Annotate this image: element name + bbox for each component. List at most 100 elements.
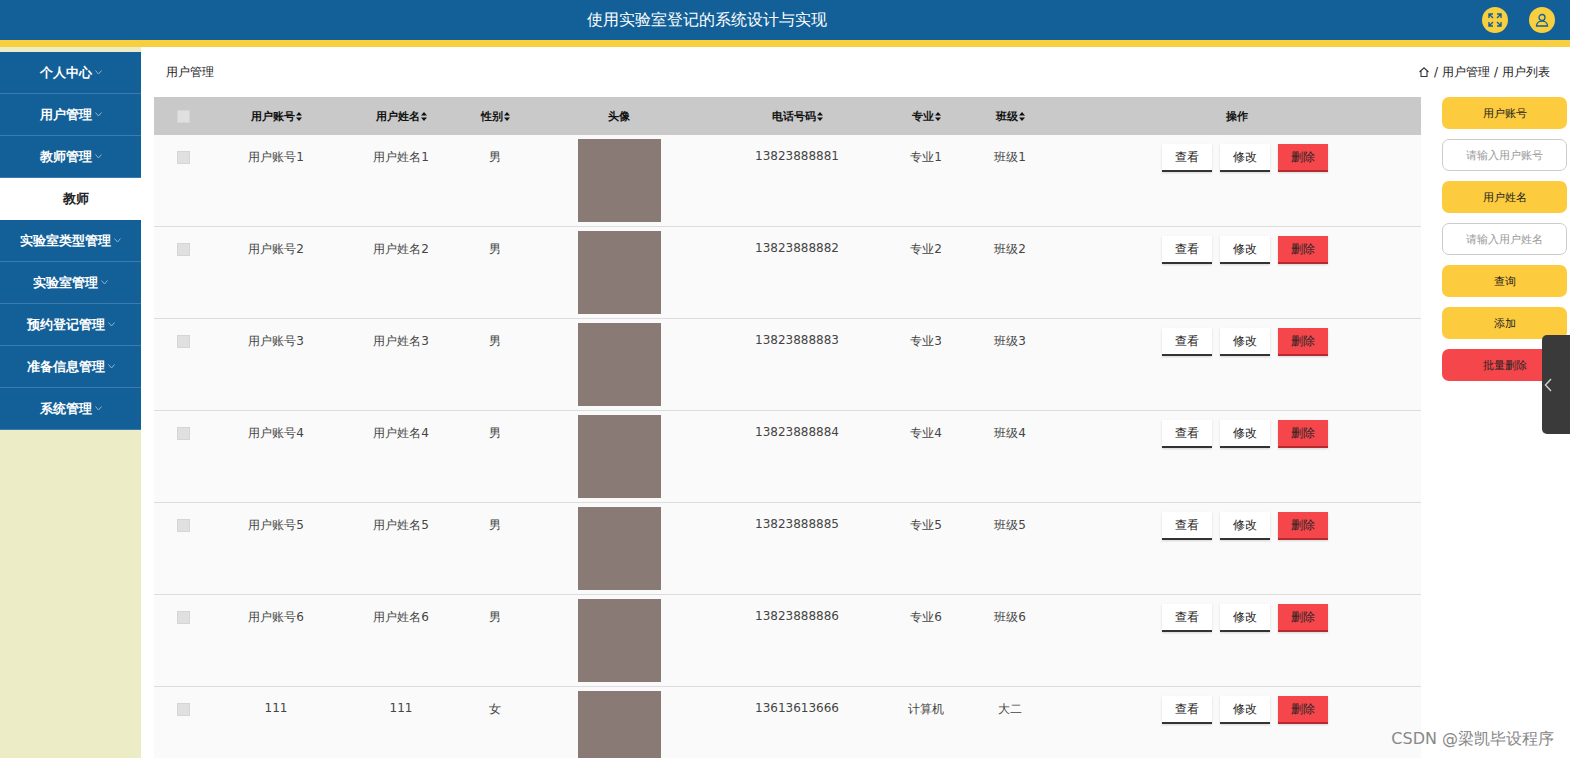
breadcrumb-item[interactable]: 用户列表 — [1502, 64, 1550, 81]
view-button[interactable]: 查看 — [1162, 604, 1212, 632]
edit-button[interactable]: 修改 — [1220, 236, 1270, 264]
row-checkbox[interactable] — [177, 427, 190, 440]
user-button[interactable] — [1529, 7, 1555, 33]
row-checkbox[interactable] — [177, 151, 190, 164]
view-button[interactable]: 查看 — [1162, 420, 1212, 448]
user-icon — [1535, 13, 1549, 27]
cell-major: 专业3 — [910, 333, 942, 350]
cell-phone: 13613613666 — [755, 701, 839, 715]
edit-button[interactable]: 修改 — [1220, 512, 1270, 540]
row-checkbox[interactable] — [177, 703, 190, 716]
sidebar-item[interactable]: 实验室管理 — [0, 262, 141, 304]
cell-gender: 男 — [489, 609, 501, 626]
delete-button[interactable]: 删除 — [1278, 604, 1328, 632]
sidebar-item[interactable]: 预约登记管理 — [0, 304, 141, 346]
sidebar-item-label: 教师管理 — [40, 148, 92, 166]
cell-account: 用户账号2 — [248, 241, 304, 258]
sidebar-item[interactable]: 准备信息管理 — [0, 346, 141, 388]
edit-button[interactable]: 修改 — [1220, 144, 1270, 172]
sidebar-subitem[interactable]: 教师 — [0, 178, 141, 220]
view-button[interactable]: 查看 — [1162, 328, 1212, 356]
column-header[interactable]: 电话号码 — [710, 109, 884, 124]
sidebar-item[interactable]: 个人中心 — [0, 52, 141, 94]
side-drawer-tab[interactable] — [1542, 335, 1570, 434]
row-checkbox[interactable] — [177, 335, 190, 348]
cell-account: 用户账号3 — [248, 333, 304, 350]
edit-button[interactable]: 修改 — [1220, 328, 1270, 356]
cell-gender: 男 — [489, 517, 501, 534]
sidebar-item[interactable]: 教师管理 — [0, 136, 141, 178]
cell-gender: 男 — [489, 241, 501, 258]
column-label: 电话号码 — [772, 109, 816, 124]
caret-icon — [101, 280, 108, 285]
select-all-checkbox[interactable] — [177, 110, 190, 123]
sidebar-item-label: 准备信息管理 — [27, 358, 105, 376]
column-header[interactable]: 用户账号 — [212, 109, 340, 124]
watermark: CSDN @梁凯毕设程序 — [1391, 729, 1554, 750]
cell-class: 班级5 — [994, 517, 1026, 534]
column-label: 专业 — [912, 109, 934, 124]
edit-button[interactable]: 修改 — [1220, 696, 1270, 724]
column-header: 头像 — [528, 109, 710, 124]
edit-button[interactable]: 修改 — [1220, 604, 1270, 632]
view-button[interactable]: 查看 — [1162, 512, 1212, 540]
delete-button[interactable]: 删除 — [1278, 696, 1328, 724]
sidebar-item-label: 预约登记管理 — [27, 316, 105, 334]
search-input[interactable] — [1442, 139, 1567, 171]
caret-icon — [114, 238, 121, 243]
delete-button[interactable]: 删除 — [1278, 144, 1328, 172]
sidebar-item[interactable]: 用户管理 — [0, 94, 141, 136]
top-bar: 使用实验室登记的系统设计与实现 — [0, 0, 1570, 40]
edit-button[interactable]: 修改 — [1220, 420, 1270, 448]
avatar-photo — [578, 691, 661, 758]
sidebar-item[interactable]: 系统管理 — [0, 388, 141, 430]
column-label: 用户姓名 — [376, 109, 420, 124]
avatar-photo — [578, 415, 661, 498]
cell-class: 班级1 — [994, 149, 1026, 166]
fullscreen-button[interactable] — [1482, 7, 1508, 33]
avatar-photo — [578, 599, 661, 682]
sort-icon — [421, 112, 427, 121]
sidebar-item-label: 实验室管理 — [33, 274, 98, 292]
header-icons — [1482, 7, 1570, 33]
sidebar-item-label: 实验室类型管理 — [20, 232, 111, 250]
cell-major: 专业2 — [910, 241, 942, 258]
column-header[interactable]: 用户姓名 — [340, 109, 462, 124]
table-row: 用户账号3用户姓名3男13823888883专业3班级3查看修改删除 — [154, 319, 1421, 411]
column-label: 头像 — [608, 109, 630, 124]
breadcrumb-bar: 用户管理/用户管理/用户列表 — [141, 47, 1570, 97]
sort-icon — [296, 112, 302, 121]
chevron-left-icon — [1544, 378, 1552, 392]
delete-button[interactable]: 删除 — [1278, 420, 1328, 448]
delete-button[interactable]: 删除 — [1278, 512, 1328, 540]
sidebar-item[interactable]: 实验室类型管理 — [0, 220, 141, 262]
row-checkbox[interactable] — [177, 243, 190, 256]
row-checkbox[interactable] — [177, 611, 190, 624]
cell-phone: 13823888885 — [755, 517, 839, 531]
cell-account: 用户账号5 — [248, 517, 304, 534]
column-header[interactable]: 班级 — [968, 109, 1052, 124]
view-button[interactable]: 查看 — [1162, 144, 1212, 172]
sort-icon — [1019, 112, 1025, 121]
page-title: 用户管理 — [166, 64, 214, 81]
delete-button[interactable]: 删除 — [1278, 328, 1328, 356]
cell-phone: 13823888884 — [755, 425, 839, 439]
cell-class: 班级4 — [994, 425, 1026, 442]
sidebar-subitem-label: 教师 — [63, 190, 89, 208]
search-input[interactable] — [1442, 223, 1567, 255]
sort-icon — [935, 112, 941, 121]
delete-button[interactable]: 删除 — [1278, 236, 1328, 264]
fullscreen-icon — [1488, 13, 1502, 27]
breadcrumb-item[interactable]: 用户管理 — [1442, 64, 1490, 81]
column-header[interactable]: 性别 — [462, 109, 528, 124]
action-button[interactable]: 查询 — [1442, 265, 1567, 297]
cell-class: 班级2 — [994, 241, 1026, 258]
row-checkbox[interactable] — [177, 519, 190, 532]
column-label: 性别 — [481, 109, 503, 124]
view-button[interactable]: 查看 — [1162, 236, 1212, 264]
view-button[interactable]: 查看 — [1162, 696, 1212, 724]
app-title: 使用实验室登记的系统设计与实现 — [587, 10, 827, 31]
column-header[interactable]: 专业 — [884, 109, 968, 124]
cell-account: 用户账号6 — [248, 609, 304, 626]
cell-account: 111 — [265, 701, 288, 715]
